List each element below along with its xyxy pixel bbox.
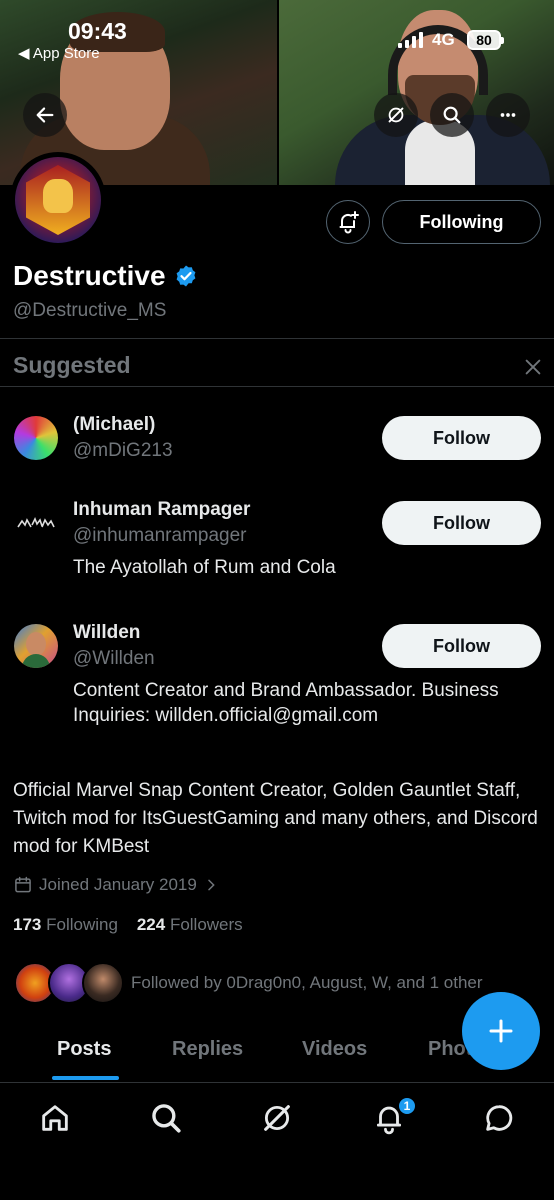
calendar-icon: [15, 876, 31, 893]
search-icon: [443, 106, 461, 124]
follow-button[interactable]: Follow: [382, 501, 541, 545]
user-avatar: [14, 416, 58, 460]
bottom-navigation: [0, 1082, 554, 1200]
close-icon[interactable]: [522, 356, 544, 378]
joined-date[interactable]: Joined January 2019: [13, 875, 219, 895]
network-type: 4G: [432, 30, 455, 49]
more-dots-icon: [500, 113, 516, 117]
user-avatar: [14, 624, 58, 668]
avatar-image: [15, 157, 101, 243]
following-count-link[interactable]: 173 Following: [13, 915, 118, 934]
arrow-left-icon: [36, 107, 54, 123]
follow-counts: 173 Following 224 Followers: [13, 915, 243, 935]
active-tab-indicator: [52, 1076, 119, 1080]
search-button[interactable]: [430, 93, 474, 137]
followers-count: 224: [136, 915, 166, 934]
verified-badge-icon[interactable]: [174, 264, 198, 288]
home-icon[interactable]: [38, 1101, 72, 1135]
suggested-user-handle: @mDiG213: [73, 440, 173, 461]
signal-icon: [398, 32, 423, 48]
grok-icon: [388, 107, 404, 123]
suggested-user-name: (Michael): [73, 414, 156, 435]
followers-label: Followers: [169, 915, 243, 934]
suggested-user-name: Inhuman Rampager: [73, 499, 251, 520]
tab-posts[interactable]: Posts: [57, 1038, 111, 1061]
back-to-app-store[interactable]: ◀ App Store: [18, 44, 100, 62]
search-icon[interactable]: [149, 1101, 183, 1135]
display-name: Destructive: [13, 260, 166, 291]
notifications-subscribe-button[interactable]: [326, 200, 370, 244]
suggested-user-name: Willden: [73, 622, 141, 643]
followers-count-link[interactable]: 224 Followers: [137, 915, 243, 934]
bell-plus-icon: [339, 211, 359, 234]
suggested-user-handle: @Willden: [73, 648, 155, 669]
user-avatar: [14, 501, 58, 545]
divider: [0, 386, 554, 387]
notifications-badge: 1: [397, 1096, 417, 1116]
joined-text: Joined January 2019: [39, 875, 197, 894]
following-label: Following: [46, 915, 118, 934]
followed-by-text[interactable]: Followed by 0Drag0n0, August, W, and 1 o…: [131, 973, 483, 993]
status-bar: 09:43 ◀ App Store 4G 80: [0, 16, 554, 66]
compose-post-button[interactable]: [462, 992, 540, 1070]
tab-replies[interactable]: Replies: [172, 1038, 243, 1061]
following-button[interactable]: Following: [382, 200, 541, 244]
profile-name: Destructive: [13, 260, 198, 292]
grok-button[interactable]: [374, 93, 418, 137]
suggested-user-handle: @inhumanrampager: [73, 525, 247, 546]
profile-bio: Official Marvel Snap Content Creator, Go…: [13, 780, 538, 857]
suggested-user-bio: The Ayatollah of Rum and Cola: [73, 557, 336, 578]
tab-videos[interactable]: Videos: [302, 1038, 367, 1061]
divider: [0, 338, 554, 339]
battery-icon: 80: [467, 30, 504, 50]
follow-button[interactable]: Follow: [382, 416, 541, 460]
following-count: 173: [13, 915, 42, 934]
grok-icon[interactable]: [260, 1101, 294, 1135]
profile-handle: @Destructive_MS: [13, 300, 167, 321]
follow-button[interactable]: Follow: [382, 624, 541, 668]
suggested-title: Suggested: [13, 352, 131, 378]
status-time: 09:43: [68, 18, 127, 44]
chevron-right-icon: [208, 879, 215, 891]
follower-avatar: [82, 962, 124, 1004]
avatar-mask: [43, 179, 73, 213]
figures-logo-icon: [17, 517, 55, 528]
messages-icon[interactable]: [482, 1101, 516, 1135]
plus-icon: [489, 1019, 513, 1043]
profile-avatar[interactable]: [10, 152, 106, 248]
suggested-user-bio: Content Creator and Brand Ambassador. Bu…: [73, 680, 499, 726]
back-button[interactable]: [23, 93, 67, 137]
more-options-button[interactable]: [486, 93, 530, 137]
